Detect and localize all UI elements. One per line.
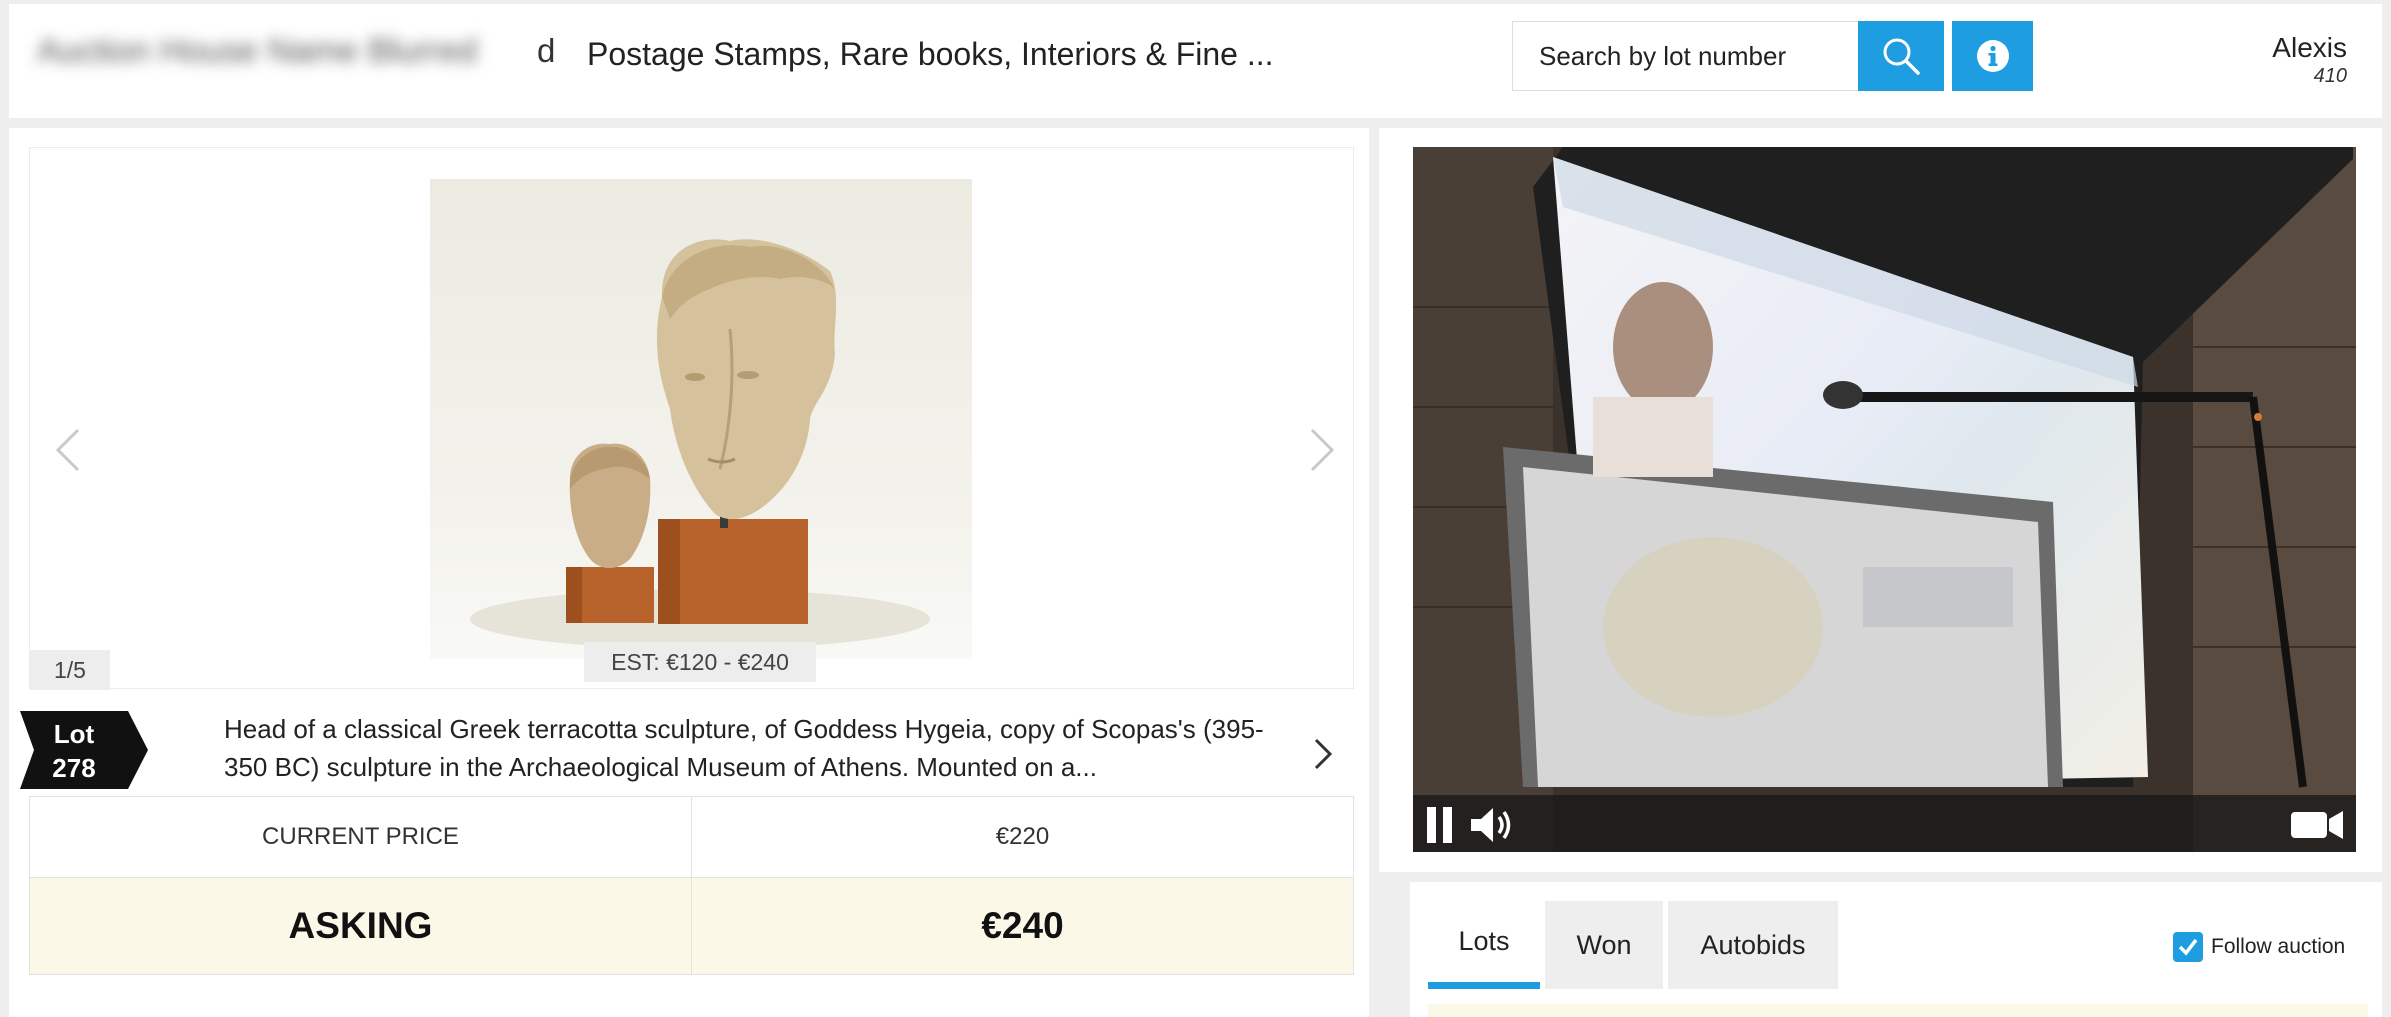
lot-photo[interactable]	[430, 179, 972, 659]
volume-icon[interactable]	[1467, 805, 1517, 845]
user-paddle-number: 410	[2313, 65, 2347, 87]
image-counter: 1/5	[30, 650, 110, 690]
current-price-label: CURRENT PRICE	[29, 796, 692, 878]
live-video-stream[interactable]	[1413, 147, 2356, 852]
sculpture-photo	[470, 239, 930, 649]
asking-price-label: ASKING	[29, 877, 692, 975]
price-table: CURRENT PRICE €220 ASKING €240	[29, 796, 1354, 975]
auction-title: Postage Stamps, Rare books, Interiors & …	[587, 36, 1274, 72]
lot-description: Head of a classical Greek terracotta scu…	[224, 714, 1264, 782]
video-controls-bar	[1413, 795, 2356, 852]
tab-won[interactable]: Won	[1545, 901, 1663, 989]
follow-auction-toggle[interactable]: Follow auction	[2173, 932, 2345, 962]
checkmark-icon	[2178, 938, 2198, 956]
info-icon	[1976, 40, 2009, 72]
tab-lots[interactable]: Lots	[1428, 901, 1540, 989]
info-button[interactable]	[1952, 21, 2033, 91]
lot-panel: 1/5 EST: €120 - €240 Lot 278 Head of a c…	[9, 128, 1369, 1017]
lot-image-carousel: 1/5 EST: €120 - €240	[29, 147, 1354, 690]
asking-price-value: €240	[691, 877, 1354, 975]
search-button[interactable]	[1858, 21, 1944, 91]
header-bar: Auction House Name Blurred d Postage Sta…	[9, 4, 2382, 118]
next-image-arrow-icon[interactable]	[1302, 426, 1342, 474]
user-name[interactable]: Alexis	[2272, 32, 2347, 64]
video-frame	[1413, 147, 2356, 852]
lot-estimate: EST: €120 - €240	[584, 642, 816, 682]
camera-icon[interactable]	[2289, 805, 2345, 845]
current-price-value: €220	[691, 796, 1354, 878]
follow-auction-checkbox[interactable]	[2173, 932, 2203, 962]
lots-tabs-panel: Lots Won Autobids Follow auction	[1410, 882, 2382, 1017]
search-lot-input[interactable]	[1512, 21, 1861, 91]
lots-list-top-strip	[1428, 1004, 2368, 1017]
auction-name-tail: d	[537, 32, 556, 69]
chevron-right-icon[interactable]	[1308, 736, 1336, 772]
auction-name-blurred: Auction House Name Blurred	[37, 32, 478, 70]
pause-icon[interactable]	[1423, 805, 1457, 845]
search-icon	[1883, 38, 1920, 75]
tab-autobids[interactable]: Autobids	[1668, 901, 1838, 989]
follow-auction-label: Follow auction	[2211, 935, 2346, 958]
video-panel	[1379, 128, 2382, 872]
lot-number-badge: Lot 278	[20, 711, 148, 789]
previous-image-arrow-icon[interactable]	[48, 426, 88, 474]
current-price-row: CURRENT PRICE €220	[29, 796, 1354, 878]
lot-badge-label: Lot	[53, 719, 95, 749]
lot-badge-number: 278	[52, 753, 96, 783]
asking-price-row: ASKING €240	[29, 877, 1354, 975]
